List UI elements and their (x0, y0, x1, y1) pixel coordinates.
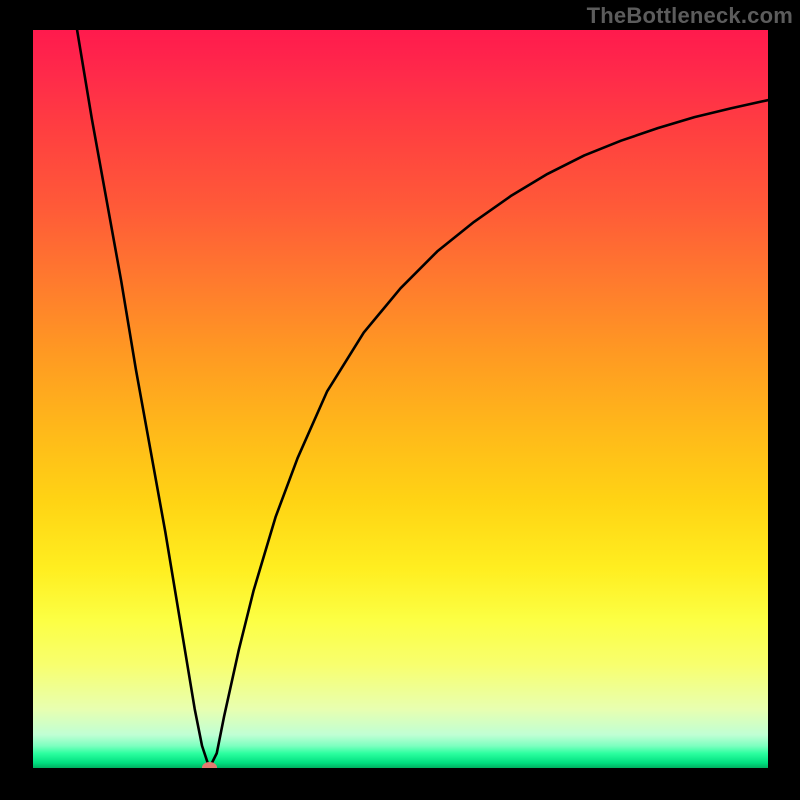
minimum-marker (202, 762, 217, 768)
attribution-text: TheBottleneck.com (587, 3, 793, 29)
frame: TheBottleneck.com (0, 0, 800, 800)
bottleneck-curve (33, 30, 768, 768)
plot-area (33, 30, 768, 768)
